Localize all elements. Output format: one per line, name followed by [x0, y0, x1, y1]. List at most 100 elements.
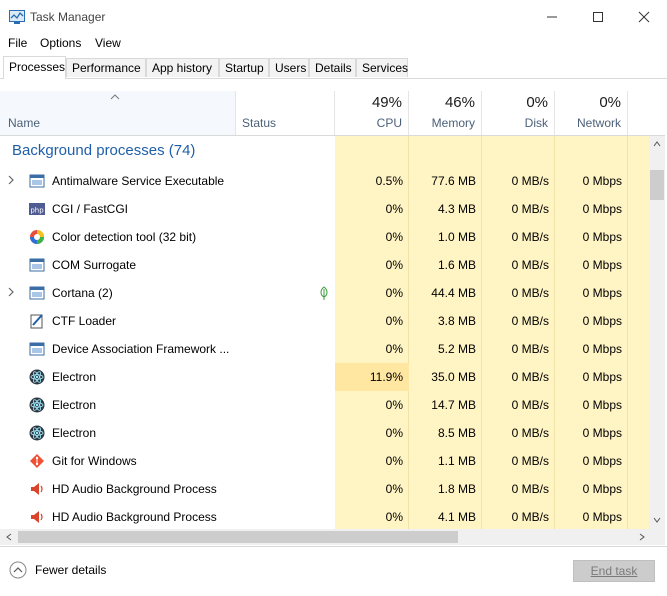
scroll-down-icon[interactable] — [653, 517, 661, 523]
disk-cell: 0 MB/s — [511, 482, 549, 496]
expand-chevron-icon[interactable] — [8, 175, 18, 187]
speaker-icon — [29, 481, 45, 497]
tab-startup[interactable]: Startup — [219, 58, 269, 77]
tab-services[interactable]: Services — [356, 58, 408, 77]
memory-cell: 4.1 MB — [437, 510, 476, 524]
network-cell: 0 Mbps — [582, 202, 622, 216]
cpu-cell: 0% — [385, 342, 403, 356]
tab-app-history[interactable]: App history — [146, 58, 219, 77]
network-cell: 0 Mbps — [582, 230, 622, 244]
process-name: Git for Windows — [52, 454, 137, 468]
table-row[interactable]: Device Association Framework ... 0% 5.2 MB… — [0, 335, 649, 363]
sort-ascending-icon — [110, 94, 120, 100]
tab-performance[interactable]: Performance — [66, 58, 146, 77]
electron-icon — [29, 369, 45, 385]
collapse-chevron-icon — [9, 561, 27, 579]
table-row[interactable]: CTF Loader 0% 3.8 MB 0 MB/s 0 Mbps — [0, 307, 649, 335]
window-icon — [29, 257, 45, 273]
end-task-button[interactable]: End task — [573, 560, 655, 582]
table-row[interactable]: Electron 11.9% 35.0 MB 0 MB/s 0 Mbps — [0, 363, 649, 391]
network-cell: 0 Mbps — [582, 426, 622, 440]
horizontal-scroll-thumb[interactable] — [18, 531, 458, 543]
expand-chevron-icon[interactable] — [8, 287, 18, 299]
scroll-right-icon[interactable] — [639, 533, 645, 541]
memory-cell: 44.4 MB — [431, 286, 476, 300]
tab-users[interactable]: Users — [269, 58, 309, 77]
table-row[interactable]: Color detection tool (32 bit) 0% 1.0 MB 0 M… — [0, 223, 649, 251]
network-cell: 0 Mbps — [582, 454, 622, 468]
memory-cell: 3.8 MB — [437, 314, 476, 328]
menu-options[interactable]: Options — [40, 36, 81, 50]
process-name: Cortana (2) — [52, 286, 113, 300]
cpu-total-percent: 49% — [371, 94, 402, 111]
disk-cell: 0 MB/s — [511, 370, 549, 384]
disk-cell: 0 MB/s — [511, 398, 549, 412]
network-cell: 0 Mbps — [582, 286, 622, 300]
process-name: HD Audio Background Process — [52, 482, 217, 496]
memory-cell: 1.6 MB — [437, 258, 476, 272]
column-cpu[interactable]: 49% CPU — [335, 91, 409, 135]
network-cell: 0 Mbps — [582, 370, 622, 384]
task-manager-icon — [9, 10, 25, 24]
column-memory[interactable]: 46% Memory — [409, 91, 482, 135]
process-name: CGI / FastCGI — [52, 202, 129, 216]
memory-total-percent: 46% — [444, 94, 475, 111]
scroll-left-icon[interactable] — [6, 533, 12, 541]
network-cell: 0 Mbps — [582, 314, 622, 328]
table-row[interactable]: Electron 0% 14.7 MB 0 MB/s 0 Mbps — [0, 391, 649, 419]
vertical-scrollbar[interactable] — [649, 136, 665, 529]
speaker-icon — [29, 509, 45, 525]
table-row[interactable]: Electron 0% 8.5 MB 0 MB/s 0 Mbps — [0, 419, 649, 447]
disk-cell: 0 MB/s — [511, 230, 549, 244]
process-name: Antimalware Service Executable — [52, 174, 225, 188]
memory-cell: 4.3 MB — [437, 202, 476, 216]
window-icon — [29, 173, 45, 189]
memory-cell: 5.2 MB — [437, 342, 476, 356]
network-cell: 0 Mbps — [582, 398, 622, 412]
table-row[interactable]: Antimalware Service Executable 0.5% 77.6 M… — [0, 167, 649, 195]
cpu-cell: 0% — [385, 230, 403, 244]
minimize-button[interactable] — [529, 0, 575, 34]
maximize-button[interactable] — [575, 0, 621, 34]
table-row[interactable]: php CGI / FastCGI 0% 4.3 MB 0 MB/s 0 Mbps — [0, 195, 649, 223]
table-row[interactable]: HD Audio Background Process 0% 4.1 MB 0 MB/… — [0, 503, 649, 529]
electron-icon — [29, 425, 45, 441]
process-name: Color detection tool (32 bit) — [52, 230, 197, 244]
disk-cell: 0 MB/s — [511, 342, 549, 356]
git-icon — [29, 453, 45, 469]
column-network[interactable]: 0% Network — [555, 91, 628, 135]
column-header: Name Status 49% CPU 46% Memory 0% Disk 0… — [0, 91, 665, 136]
column-network-label: Network — [576, 116, 621, 130]
tab-details[interactable]: Details — [309, 58, 356, 77]
column-disk[interactable]: 0% Disk — [482, 91, 555, 135]
horizontal-scrollbar[interactable] — [0, 529, 665, 545]
group-header-background-processes[interactable]: Background processes (74) — [12, 142, 195, 159]
leaf-icon — [318, 286, 330, 300]
scroll-up-icon[interactable] — [653, 141, 661, 147]
fewer-details-label: Fewer details — [35, 563, 107, 577]
disk-cell: 0 MB/s — [511, 454, 549, 468]
column-memory-label: Memory — [431, 116, 475, 130]
table-row[interactable]: HD Audio Background Process 0% 1.8 MB 0 MB/… — [0, 475, 649, 503]
column-name[interactable]: Name — [0, 91, 236, 135]
process-name: Electron — [52, 426, 97, 440]
table-row[interactable]: Cortana (2) 0% 44.4 MB 0 MB/s 0 Mbps — [0, 279, 649, 307]
fewer-details-button[interactable]: Fewer details — [9, 561, 106, 579]
cpu-cell: 0% — [385, 398, 403, 412]
pen-icon — [29, 313, 45, 329]
column-status[interactable]: Status — [236, 91, 335, 135]
tab-processes[interactable]: Processes — [3, 56, 66, 79]
network-cell: 0 Mbps — [582, 258, 622, 272]
maximize-icon — [593, 12, 603, 22]
close-icon — [638, 11, 650, 23]
column-cpu-label: CPU — [376, 116, 402, 130]
disk-cell: 0 MB/s — [511, 314, 549, 328]
menu-view[interactable]: View — [95, 36, 121, 50]
menu-file[interactable]: File — [8, 36, 27, 50]
table-row[interactable]: Git for Windows 0% 1.1 MB 0 MB/s 0 Mbps — [0, 447, 649, 475]
php-icon: php — [29, 201, 45, 217]
memory-cell: 35.0 MB — [431, 370, 476, 384]
table-row[interactable]: COM Surrogate 0% 1.6 MB 0 MB/s 0 Mbps — [0, 251, 649, 279]
vertical-scroll-thumb[interactable] — [650, 170, 664, 200]
close-button[interactable] — [621, 0, 667, 34]
